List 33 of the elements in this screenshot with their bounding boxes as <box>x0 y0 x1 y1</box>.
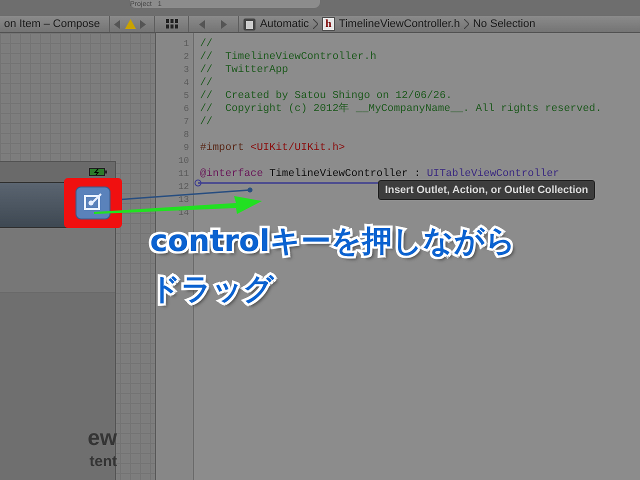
code-comment: // TimelineViewController.h <box>200 51 376 64</box>
view-label: ew <box>88 424 117 452</box>
code-comment: // Created by Satou Shingo on 12/06/26. <box>200 90 452 102</box>
document-title: on Item – Compose <box>4 18 100 30</box>
code-comment: // <box>200 116 213 129</box>
compose-icon[interactable] <box>75 186 111 220</box>
code-keyword: @interface <box>200 168 264 181</box>
code-comment: // <box>200 77 213 90</box>
grid-icon[interactable] <box>166 19 178 29</box>
scheme-icon <box>243 18 256 30</box>
path-item[interactable]: No Selection <box>472 18 536 30</box>
content-label: tent <box>90 452 117 472</box>
code-comment: // Copyright (c) 2012年 __MyCompanyName__. All rights reserved. <box>200 103 602 116</box>
code-keyword: #import <box>200 142 244 155</box>
header-file-icon: h <box>322 17 335 31</box>
code-comment: // <box>200 38 213 51</box>
forward-icon[interactable] <box>140 20 147 28</box>
chevron-icon <box>464 19 469 29</box>
forward-icon[interactable] <box>221 20 228 28</box>
path-item[interactable]: TimelineViewController.h <box>338 18 460 30</box>
callout-text: ドラッグ <box>150 272 274 308</box>
code-comment: // TwitterApp <box>200 64 288 77</box>
back-icon[interactable] <box>198 20 206 28</box>
battery-icon <box>89 168 107 176</box>
tooltip: Insert Outlet, Action, or Outlet Collection <box>378 180 596 200</box>
callout-text: controlキーを押しながら <box>150 224 516 260</box>
path-item[interactable]: Automatic <box>260 18 309 30</box>
code-text: TimelineViewController : <box>269 168 421 181</box>
code-type: UITableViewController <box>426 168 560 181</box>
chevron-icon <box>312 19 318 29</box>
back-icon[interactable] <box>114 20 121 28</box>
code-string: <UIKit/UIKit.h> <box>250 142 345 155</box>
warning-icon[interactable] <box>125 19 136 29</box>
